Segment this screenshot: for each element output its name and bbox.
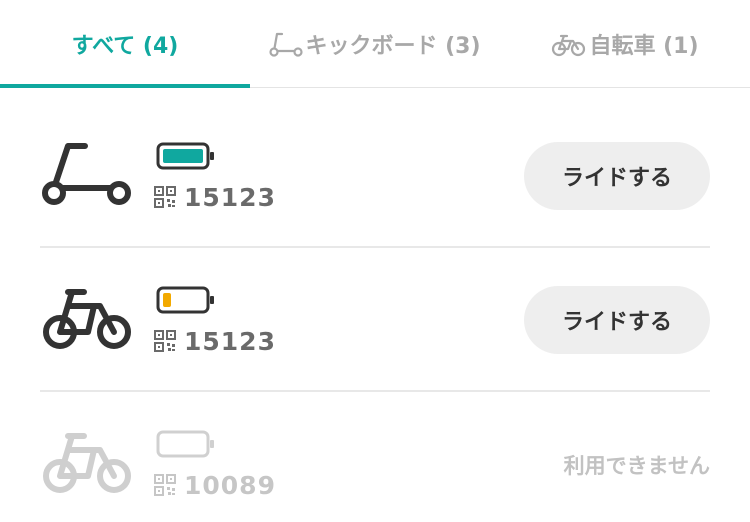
bicycle-icon — [551, 31, 587, 57]
vehicle-code-group: 15123 — [154, 182, 276, 212]
tab-label: 自転車 (1) — [589, 34, 699, 59]
tab-bicycle[interactable]: 自転車 (1) — [500, 0, 750, 88]
vehicle-type-tabs: すべて (4) キックボード (3) 自転車 (1) — [0, 0, 750, 88]
unavailable-label: 利用できません — [563, 454, 710, 478]
tab-all[interactable]: すべて (4) — [0, 0, 250, 88]
bicycle-icon — [40, 428, 136, 500]
qr-code-icon — [154, 330, 176, 352]
vehicle-code-group: 10089 — [154, 470, 276, 500]
tab-label: すべて (4) — [71, 34, 179, 59]
kickscooter-icon — [40, 140, 136, 212]
vehicle-row: 10089 利用できません — [40, 392, 710, 522]
battery-fill — [163, 293, 171, 307]
vehicle-code: 10089 — [184, 470, 276, 500]
tab-label: キックボード (3) — [305, 34, 481, 59]
vehicle-code: 15123 — [184, 326, 276, 356]
vehicle-list-screen: すべて (4) キックボード (3) 自転車 (1) 15123 ライドする 1… — [0, 0, 750, 522]
ride-button[interactable]: ライドする — [524, 286, 710, 354]
vehicle-code: 15123 — [184, 182, 276, 212]
active-tab-indicator — [0, 84, 250, 88]
qr-code-icon — [154, 186, 176, 208]
battery-icon — [156, 430, 216, 458]
tab-kickscooter[interactable]: キックボード (3) — [250, 0, 500, 88]
battery-icon — [156, 286, 216, 314]
battery-fill — [163, 149, 203, 163]
vehicle-row: 15123 ライドする — [40, 248, 710, 392]
vehicle-code-group: 15123 — [154, 326, 276, 356]
ride-button[interactable]: ライドする — [524, 142, 710, 210]
qr-code-icon — [154, 474, 176, 496]
kickscooter-icon — [269, 31, 304, 57]
vehicle-row: 15123 ライドする — [40, 104, 710, 248]
battery-icon — [156, 142, 216, 170]
bicycle-icon — [40, 284, 136, 356]
